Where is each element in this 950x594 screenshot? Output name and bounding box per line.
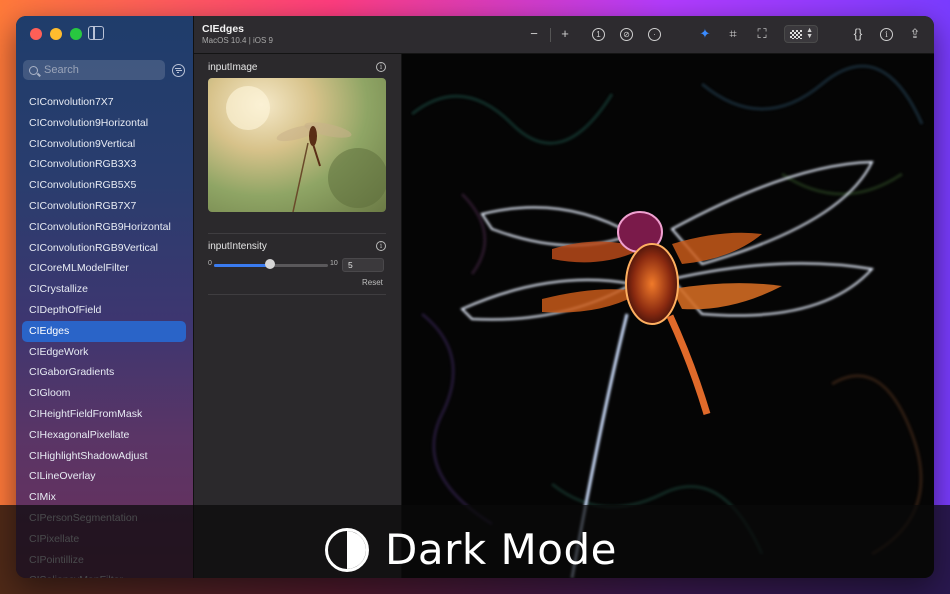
inspector-divider <box>208 294 386 295</box>
info-icon[interactable]: i <box>880 28 893 41</box>
filter-list-item[interactable]: CIGloom <box>22 383 186 404</box>
filter-icon[interactable] <box>172 64 185 77</box>
face-icon[interactable]: · <box>648 28 661 41</box>
background-selector[interactable]: ▲ ▼ <box>784 25 818 43</box>
filter-list-item[interactable]: CICrystallize <box>22 279 186 300</box>
input-intensity-label: inputIntensity <box>208 241 267 252</box>
zoom-in-icon[interactable]: + <box>557 26 573 42</box>
checkerboard-icon <box>790 30 802 39</box>
actual-size-icon[interactable]: 1 <box>592 28 605 41</box>
filter-list-item[interactable]: CIDepthOfField <box>22 300 186 321</box>
filter-list-item[interactable]: CIConvolution9Vertical <box>22 134 186 155</box>
feature-banner: Dark Mode <box>0 505 950 594</box>
slider-fill <box>214 264 271 267</box>
dark-mode-icon <box>325 527 370 572</box>
filter-list-item[interactable]: CIHighlightShadowAdjust <box>22 446 186 467</box>
zoom-out-icon[interactable]: − <box>526 26 542 42</box>
search-icon <box>29 65 38 75</box>
close-window-button[interactable] <box>30 28 42 40</box>
compare-icon[interactable]: ⊘ <box>620 28 633 41</box>
fullscreen-icon[interactable]: ⛶ <box>754 26 770 42</box>
filter-list-item[interactable]: CIConvolutionRGB5X5 <box>22 175 186 196</box>
crop-icon[interactable]: ⌗ <box>725 26 741 42</box>
filter-title: CIEdges <box>202 23 245 35</box>
magic-enhance-icon[interactable]: ✦ <box>697 26 713 42</box>
filter-list-item[interactable]: CIEdgeWork <box>22 342 186 363</box>
inspector-panel: inputImage i inputIntensity i 0 10 5 Res… <box>194 54 402 578</box>
filter-list-item[interactable]: CIConvolutionRGB9Horizontal <box>22 217 186 238</box>
input-image-label: inputImage <box>208 62 258 73</box>
filter-list-item[interactable]: CIConvolution7X7 <box>22 92 186 113</box>
feature-banner-text: Dark Mode <box>385 525 617 574</box>
filter-list-item[interactable]: CICoreMLModelFilter <box>22 258 186 279</box>
intensity-value-field[interactable]: 5 <box>342 258 384 272</box>
sidebar: CIConvolution7X7CIConvolution9Horizontal… <box>16 16 194 578</box>
dragonfly-thumbnail-image <box>226 86 386 212</box>
reset-button[interactable]: Reset <box>362 278 383 287</box>
filter-availability: MacOS 10.4 | iOS 9 <box>202 36 273 45</box>
input-image-info-icon[interactable]: i <box>376 62 386 72</box>
filter-list-item[interactable]: CIHeightFieldFromMask <box>22 404 186 425</box>
slider-max-label: 10 <box>330 260 338 267</box>
toolbar-separator <box>550 28 551 42</box>
edges-output-image <box>411 64 924 578</box>
filter-list-item[interactable]: CIConvolutionRGB9Vertical <box>22 238 186 259</box>
image-preview[interactable] <box>402 54 934 578</box>
toolbar: CIEdges MacOS 10.4 | iOS 9 − + 1 ⊘ · ✦ ⌗… <box>194 16 934 54</box>
input-intensity-info-icon[interactable]: i <box>376 241 386 251</box>
minimize-window-button[interactable] <box>50 28 62 40</box>
zoom-window-button[interactable] <box>70 28 82 40</box>
filter-list-item[interactable]: CIHexagonalPixellate <box>22 425 186 446</box>
window-controls <box>30 28 82 40</box>
window-title: CIEdges MacOS 10.4 | iOS 9 <box>202 23 273 45</box>
code-braces-icon[interactable]: {} <box>850 26 866 42</box>
chevron-updown-icon: ▲ ▼ <box>806 27 813 40</box>
app-window: CIConvolution7X7CIConvolution9Horizontal… <box>16 16 934 578</box>
search-input[interactable] <box>44 64 154 76</box>
share-icon[interactable]: ⇪ <box>907 26 923 42</box>
filter-list-item[interactable]: CIEdges <box>22 320 186 342</box>
inspector-divider <box>208 233 386 234</box>
slider-min-label: 0 <box>208 260 212 267</box>
filter-list-item[interactable]: CIConvolutionRGB7X7 <box>22 196 186 217</box>
slider-knob[interactable] <box>265 259 275 269</box>
filter-list-item[interactable]: CIConvolution9Horizontal <box>22 113 186 134</box>
search-field[interactable] <box>23 60 165 80</box>
feature-banner-content: Dark Mode <box>325 525 617 574</box>
sidebar-toggle-icon[interactable] <box>88 26 104 40</box>
filter-list-item[interactable]: CIGaborGradients <box>22 362 186 383</box>
filter-list-item[interactable]: CIConvolutionRGB3X3 <box>22 154 186 175</box>
filter-list-item[interactable]: CILineOverlay <box>22 466 186 487</box>
input-image-thumbnail[interactable] <box>208 78 386 212</box>
